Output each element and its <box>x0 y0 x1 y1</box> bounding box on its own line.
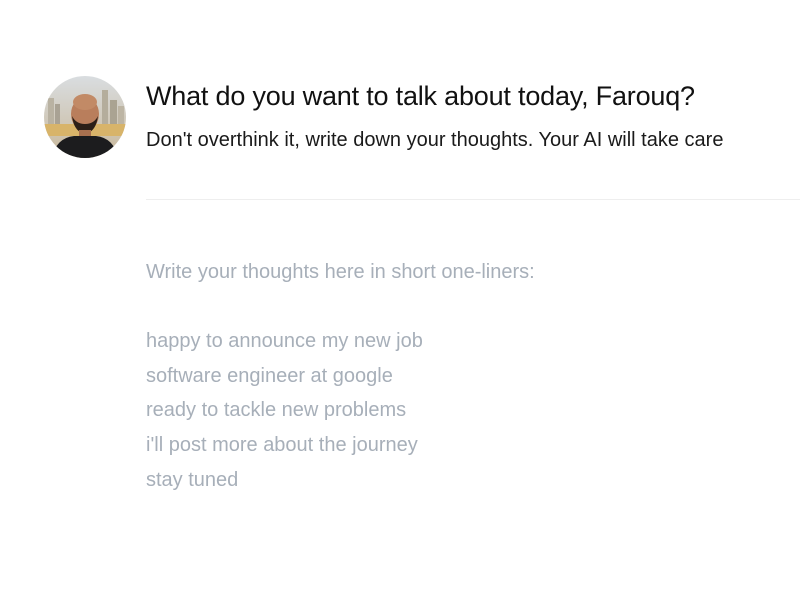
editor-line: ready to tackle new problems <box>146 399 407 422</box>
page-subtitle: Don't overthink it, write down your thou… <box>146 129 724 151</box>
page-title: What do you want to talk about today, Fa… <box>146 81 695 111</box>
thoughts-editor[interactable]: Write your thoughts here in short one-li… <box>146 255 780 540</box>
editor-line: i'll post more about the journey <box>146 433 418 456</box>
editor-line: stay tuned <box>146 468 239 491</box>
prompt-header: What do you want to talk about today, Fa… <box>44 76 800 160</box>
avatar-photo <box>44 76 126 158</box>
editor-placeholder: Write your thoughts here in short one-li… <box>146 261 535 283</box>
editor-line: happy to announce my new job <box>146 330 423 353</box>
user-avatar <box>44 76 126 158</box>
compose-page: What do you want to talk about today, Fa… <box>0 0 800 600</box>
header-divider <box>146 199 800 200</box>
editor-line: software engineer at google <box>146 364 393 387</box>
editor-blank-line <box>146 290 780 325</box>
